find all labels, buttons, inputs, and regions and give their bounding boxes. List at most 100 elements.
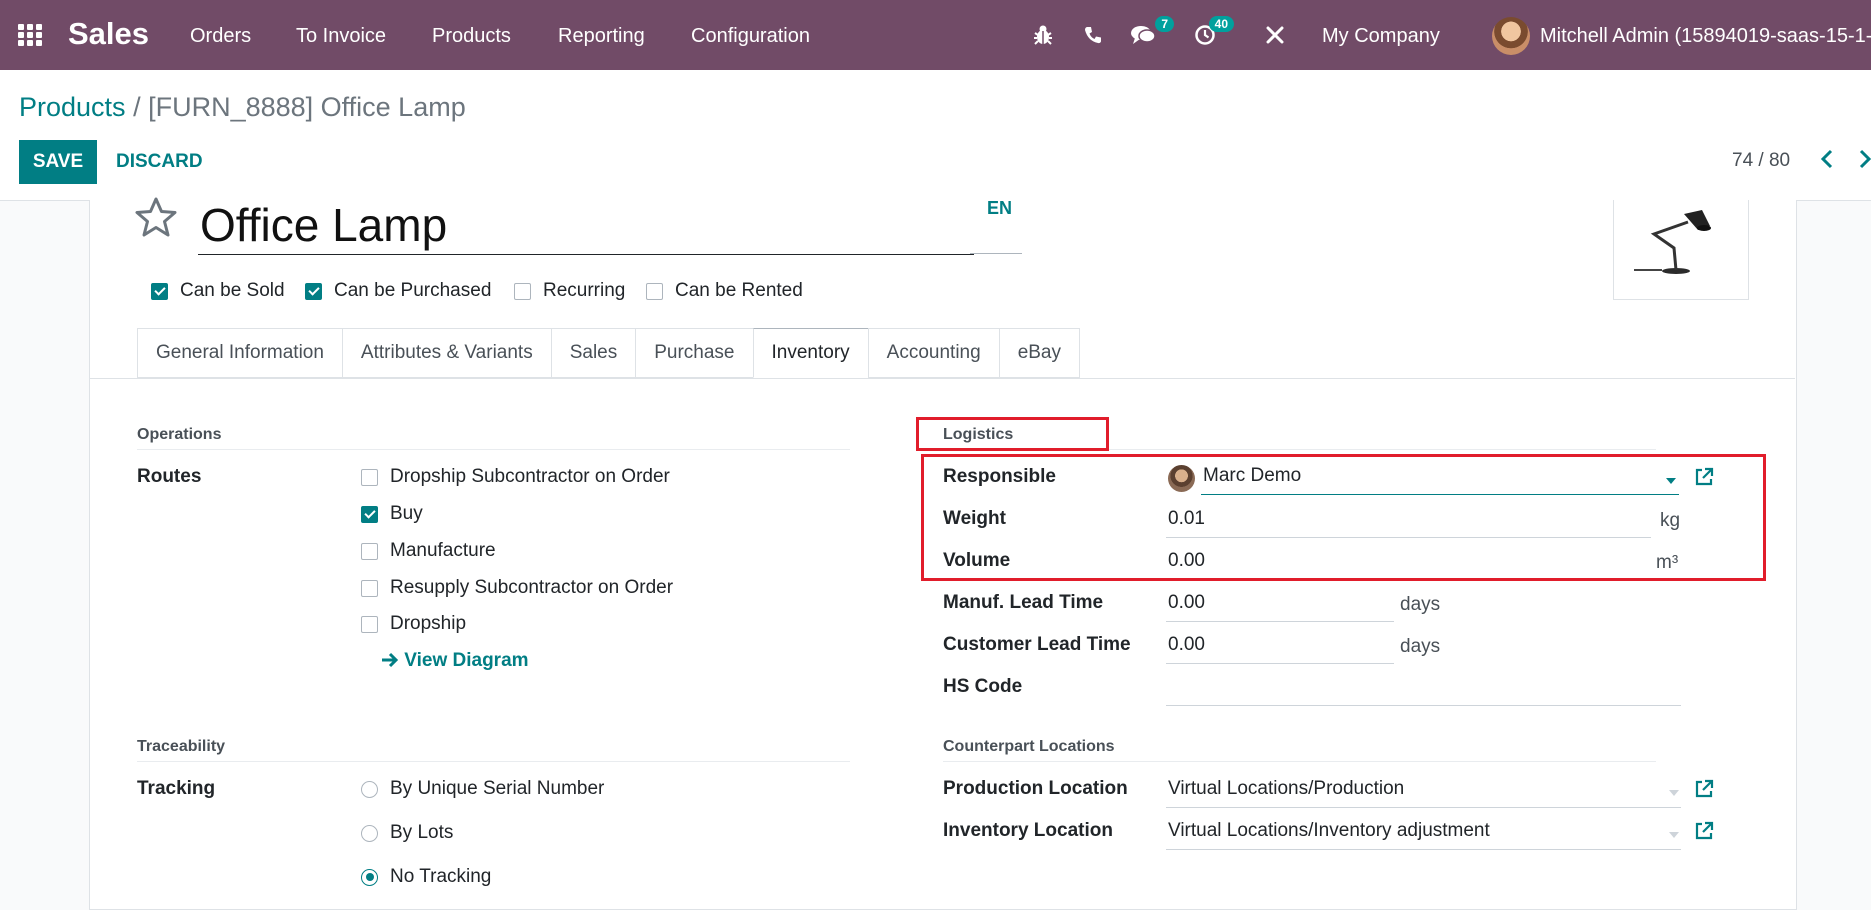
production-location-dropdown-icon[interactable] <box>1669 790 1679 796</box>
weight-field[interactable]: 0.01 <box>1166 508 1651 538</box>
can-be-sold-check-icon <box>151 282 168 300</box>
route-resupply-subcontractor-checkbox[interactable]: Resupply Subcontractor on Order <box>361 577 673 599</box>
volume-unit: m³ <box>1656 552 1679 573</box>
operations-section-title: Operations <box>137 426 222 443</box>
menu-to-invoice[interactable]: To Invoice <box>296 25 386 48</box>
discard-button[interactable]: DISCARD <box>104 140 215 184</box>
route-dropship-check-icon <box>361 615 378 633</box>
manuf-lead-time-label: Manuf. Lead Time <box>943 592 1104 613</box>
logistics-divider <box>943 449 1656 450</box>
arrow-right-icon <box>382 652 399 668</box>
can-be-purchased-check-icon <box>305 282 322 300</box>
tracking-serial-radio[interactable]: By Unique Serial Number <box>361 778 604 800</box>
phone-icon[interactable] <box>1080 22 1106 48</box>
breadcrumb-products-link[interactable]: Products <box>19 92 126 122</box>
inventory-location-field[interactable]: Virtual Locations/Inventory adjustment <box>1166 820 1681 850</box>
tracking-label: Tracking <box>137 778 216 799</box>
debug-bug-icon[interactable] <box>1030 22 1056 48</box>
operations-divider <box>137 449 850 450</box>
customer-lead-time-label: Customer Lead Time <box>943 634 1131 655</box>
routes-label: Routes <box>137 466 202 487</box>
favorite-star-icon[interactable] <box>134 196 178 245</box>
production-location-external-link-icon[interactable] <box>1694 779 1714 804</box>
recurring-check-icon <box>514 282 531 300</box>
can-be-sold-label: Can be Sold <box>180 280 285 301</box>
volume-field[interactable]: 0.00 <box>1166 550 1651 580</box>
tabs-baseline <box>89 378 1795 379</box>
top-navbar: Sales Orders To Invoice Products Reporti… <box>0 0 1871 70</box>
product-name-input[interactable] <box>198 196 974 255</box>
pager-value[interactable]: 74 / 80 <box>1732 150 1790 172</box>
breadcrumb-separator: / <box>125 92 149 122</box>
traceability-section-title: Traceability <box>137 738 226 755</box>
tab-ebay[interactable]: eBay <box>998 328 1080 378</box>
recurring-checkbox[interactable]: Recurring <box>514 280 625 302</box>
user-menu[interactable]: Mitchell Admin (15894019-saas-15-1-a <box>1540 25 1871 48</box>
logistics-section-title: Logistics <box>943 426 1014 443</box>
production-location-label: Production Location <box>943 778 1128 799</box>
pager-next-icon[interactable] <box>1858 148 1871 176</box>
user-avatar[interactable] <box>1492 17 1530 55</box>
tab-purchase[interactable]: Purchase <box>635 328 753 378</box>
tracking-serial-label: By Unique Serial Number <box>390 778 605 799</box>
can-be-rented-label: Can be Rented <box>675 280 803 301</box>
customer-lead-time-field[interactable]: 0.00 <box>1166 634 1394 664</box>
apps-menu-icon[interactable] <box>18 24 44 46</box>
counterpart-divider <box>943 761 1656 762</box>
route-buy-checkbox[interactable]: Buy <box>361 503 423 525</box>
manuf-lead-time-unit: days <box>1400 594 1441 615</box>
recurring-label: Recurring <box>543 280 626 301</box>
customer-lead-time-unit: days <box>1400 636 1441 657</box>
breadcrumb-current: [FURN_8888] Office Lamp <box>148 92 466 122</box>
hs-code-label: HS Code <box>943 676 1023 697</box>
company-switcher[interactable]: My Company <box>1322 25 1440 48</box>
route-dropship-subcontractor-checkbox[interactable]: Dropship Subcontractor on Order <box>361 466 670 488</box>
manuf-lead-time-field[interactable]: 0.00 <box>1166 592 1394 622</box>
tracking-lots-radio[interactable]: By Lots <box>361 822 453 844</box>
view-diagram-label: View Diagram <box>404 650 529 671</box>
menu-orders[interactable]: Orders <box>190 25 251 48</box>
tools-close-icon[interactable] <box>1262 22 1288 48</box>
route-manufacture-label: Manufacture <box>390 540 496 561</box>
product-image[interactable] <box>1613 200 1749 300</box>
route-resupply-subcontractor-label: Resupply Subcontractor on Order <box>390 577 674 598</box>
tab-inventory[interactable]: Inventory <box>752 328 868 378</box>
tab-sales[interactable]: Sales <box>550 328 636 378</box>
tab-accounting[interactable]: Accounting <box>867 328 999 378</box>
can-be-rented-checkbox[interactable]: Can be Rented <box>646 280 803 302</box>
inventory-location-external-link-icon[interactable] <box>1694 821 1714 846</box>
weight-unit: kg <box>1660 510 1681 531</box>
menu-products[interactable]: Products <box>432 25 511 48</box>
route-manufacture-checkbox[interactable]: Manufacture <box>361 540 496 562</box>
save-button[interactable]: SAVE <box>19 140 97 184</box>
name-field-underline <box>970 253 1022 254</box>
pager-previous-icon[interactable] <box>1820 148 1834 176</box>
messages-icon[interactable]: 7 <box>1128 16 1174 48</box>
tracking-none-radio[interactable]: No Tracking <box>361 866 491 888</box>
view-diagram-link[interactable]: View Diagram <box>381 650 529 672</box>
activities-clock-icon[interactable]: 40 <box>1192 16 1234 48</box>
route-buy-check-icon <box>361 505 378 523</box>
production-location-field[interactable]: Virtual Locations/Production <box>1166 778 1681 808</box>
can-be-purchased-checkbox[interactable]: Can be Purchased <box>305 280 491 302</box>
responsible-label: Responsible <box>943 466 1056 487</box>
responsible-external-link-icon[interactable] <box>1694 467 1714 492</box>
traceability-divider <box>137 761 850 762</box>
app-name[interactable]: Sales <box>68 16 149 52</box>
can-be-rented-check-icon <box>646 282 663 300</box>
activities-badge: 40 <box>1208 16 1234 32</box>
responsible-field[interactable]: Marc Demo <box>1201 465 1679 495</box>
tab-general-information[interactable]: General Information <box>137 328 342 378</box>
menu-reporting[interactable]: Reporting <box>558 25 645 48</box>
responsible-dropdown-icon[interactable] <box>1666 478 1676 484</box>
breadcrumb: Products / [FURN_8888] Office Lamp <box>19 92 466 123</box>
inventory-location-dropdown-icon[interactable] <box>1669 832 1679 838</box>
menu-configuration[interactable]: Configuration <box>691 25 810 48</box>
hs-code-field[interactable] <box>1166 676 1681 706</box>
tab-attributes-variants[interactable]: Attributes & Variants <box>341 328 551 378</box>
route-dropship-checkbox[interactable]: Dropship <box>361 613 466 635</box>
tracking-lots-radio-icon <box>361 824 378 842</box>
can-be-sold-checkbox[interactable]: Can be Sold <box>151 280 285 302</box>
route-resupply-subcontractor-check-icon <box>361 579 378 597</box>
translate-language-button[interactable]: EN <box>987 198 1012 219</box>
